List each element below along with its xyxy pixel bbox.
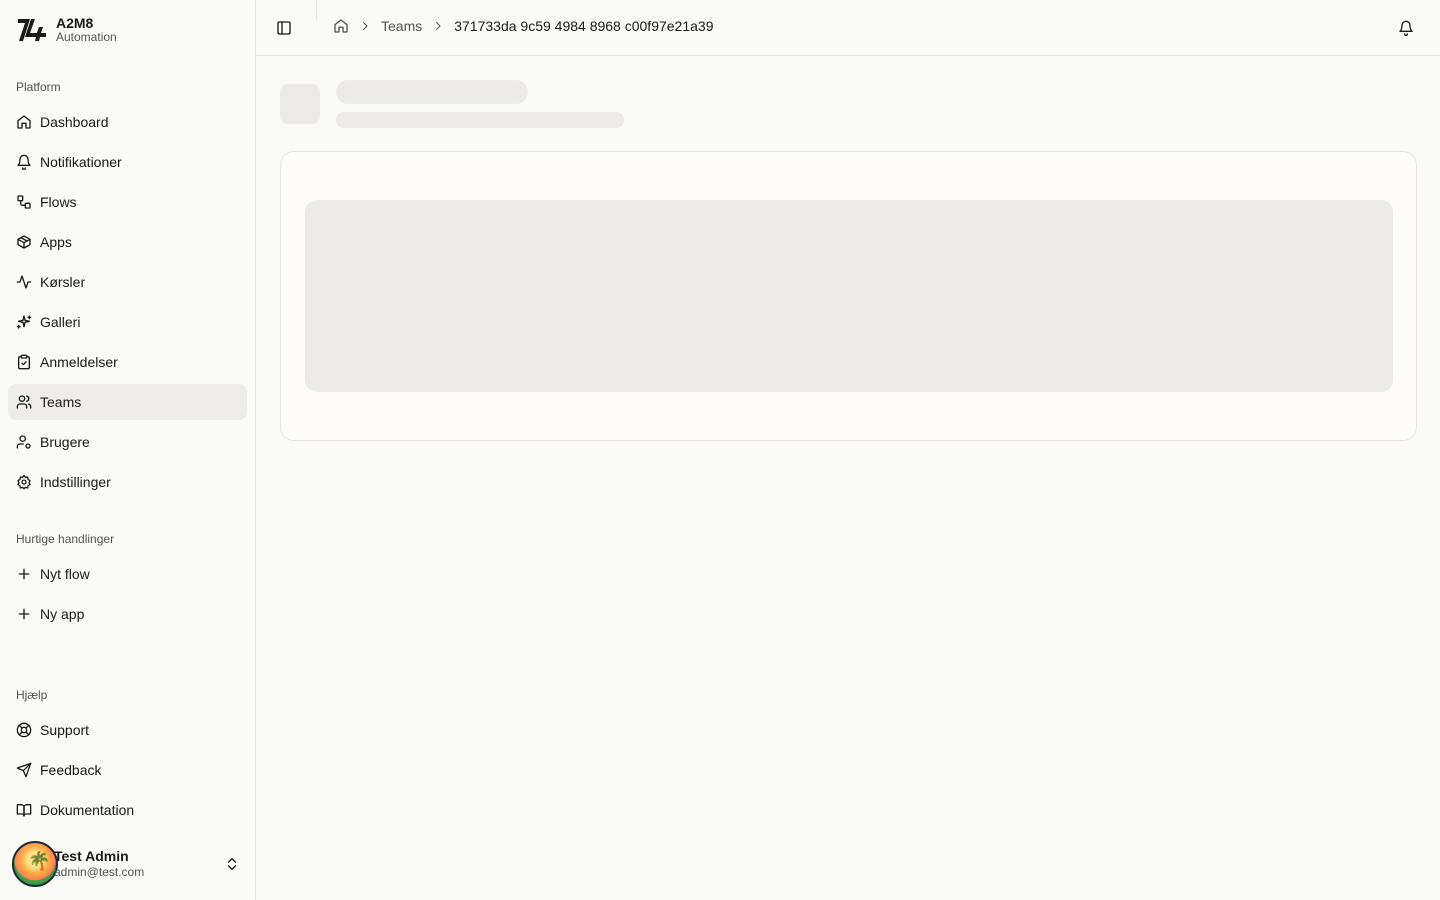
clipboard-check-icon [16,354,32,370]
plus-icon [16,606,32,622]
bell-icon [16,154,32,170]
settings-icon [16,474,32,490]
sidebar-item-teams[interactable]: Teams [8,384,247,420]
sidebar-item-label: Brugere [40,434,90,450]
a2m8-logo-icon [16,14,48,46]
chevron-right-icon [359,20,371,32]
group-label-hjaelp: Hjælp [16,688,48,702]
chevrons-up-down-icon [224,856,240,872]
home-icon[interactable] [333,18,349,34]
sidebar-item-dokumentation[interactable]: Dokumentation [8,792,247,828]
avatar: 🌴 [12,841,58,887]
group-label-hurtige-handlinger: Hurtige handlinger [16,532,115,546]
sidebar-item-nyt-flow[interactable]: Nyt flow [8,556,247,592]
sidebar-item-label: Indstillinger [40,474,111,490]
sidebar-item-feedback[interactable]: Feedback [8,752,247,788]
user-menu[interactable]: 🌴 Test Admin admin@test.com [12,840,248,888]
breadcrumb: Teams 371733da 9c59 4984 8968 c00f97e21a… [333,18,713,34]
user-cog-icon [16,434,32,450]
sidebar-item-galleri[interactable]: Galleri [8,304,247,340]
home-icon [16,114,32,130]
brand-name: A2M8 [56,15,94,32]
sidebar-toggle-icon[interactable] [276,20,292,36]
sidebar-item-label: Notifikationer [40,154,122,170]
sidebar-item-label: Flows [40,194,77,210]
skeleton-avatar [280,84,320,124]
sidebar-item-label: Nyt flow [40,566,90,582]
breadcrumb-current: 371733da 9c59 4984 8968 c00f97e21a39 [454,18,714,34]
chevron-right-icon [432,20,444,32]
topbar-divider [316,0,317,20]
sidebar-item-label: Anmeldelser [40,354,118,370]
main-content: Teams 371733da 9c59 4984 8968 c00f97e21a… [256,0,1440,900]
sidebar-item-dashboard[interactable]: Dashboard [8,104,247,140]
brand[interactable]: A2M8 Automation [16,14,117,46]
sidebar-item-label: Dashboard [40,114,109,130]
palm-tree-icon: 🌴 [28,851,51,871]
book-open-icon [16,802,32,818]
workflow-icon [16,194,32,210]
group-label-platform: Platform [16,80,61,94]
sidebar-item-label: Kørsler [40,274,86,290]
skeleton-subtitle [336,112,624,128]
skeleton-title [336,80,528,104]
sidebar-item-apps[interactable]: Apps [8,224,247,260]
sidebar-item-brugere[interactable]: Brugere [8,424,247,460]
bell-icon[interactable] [1398,20,1414,36]
topbar: Teams 371733da 9c59 4984 8968 c00f97e21a… [256,0,1440,56]
sidebar-item-label: Galleri [40,314,81,330]
sidebar-item-indstillinger[interactable]: Indstillinger [8,464,247,500]
life-buoy-icon [16,722,32,738]
skeleton-content-block [305,200,1393,392]
sidebar-item-support[interactable]: Support [8,712,247,748]
activity-icon [16,274,32,290]
sidebar-item-label: Apps [40,234,72,250]
sidebar: A2M8 Automation Platform Dashboard Notif… [0,0,256,900]
sidebar-item-label: Teams [40,394,82,410]
brand-subtitle: Automation [56,30,117,45]
sidebar-item-korsler[interactable]: Kørsler [8,264,247,300]
users-icon [16,394,32,410]
breadcrumb-teams-link[interactable]: Teams [381,18,422,34]
sparkles-icon [16,314,32,330]
sidebar-item-label: Ny app [40,606,85,622]
sidebar-item-ny-app[interactable]: Ny app [8,596,247,632]
package-icon [16,234,32,250]
plus-icon [16,566,32,582]
user-name: Test Admin [54,848,129,865]
loading-card [280,151,1417,441]
app-root: A2M8 Automation Platform Dashboard Notif… [0,0,1440,900]
sidebar-item-anmeldelser[interactable]: Anmeldelser [8,344,247,380]
sidebar-item-notifikationer[interactable]: Notifikationer [8,144,247,180]
sidebar-item-label: Dokumentation [40,802,135,818]
sidebar-item-label: Support [40,722,90,738]
user-email: admin@test.com [54,865,145,880]
sidebar-item-flows[interactable]: Flows [8,184,247,220]
sidebar-item-label: Feedback [40,762,102,778]
send-icon [16,762,32,778]
